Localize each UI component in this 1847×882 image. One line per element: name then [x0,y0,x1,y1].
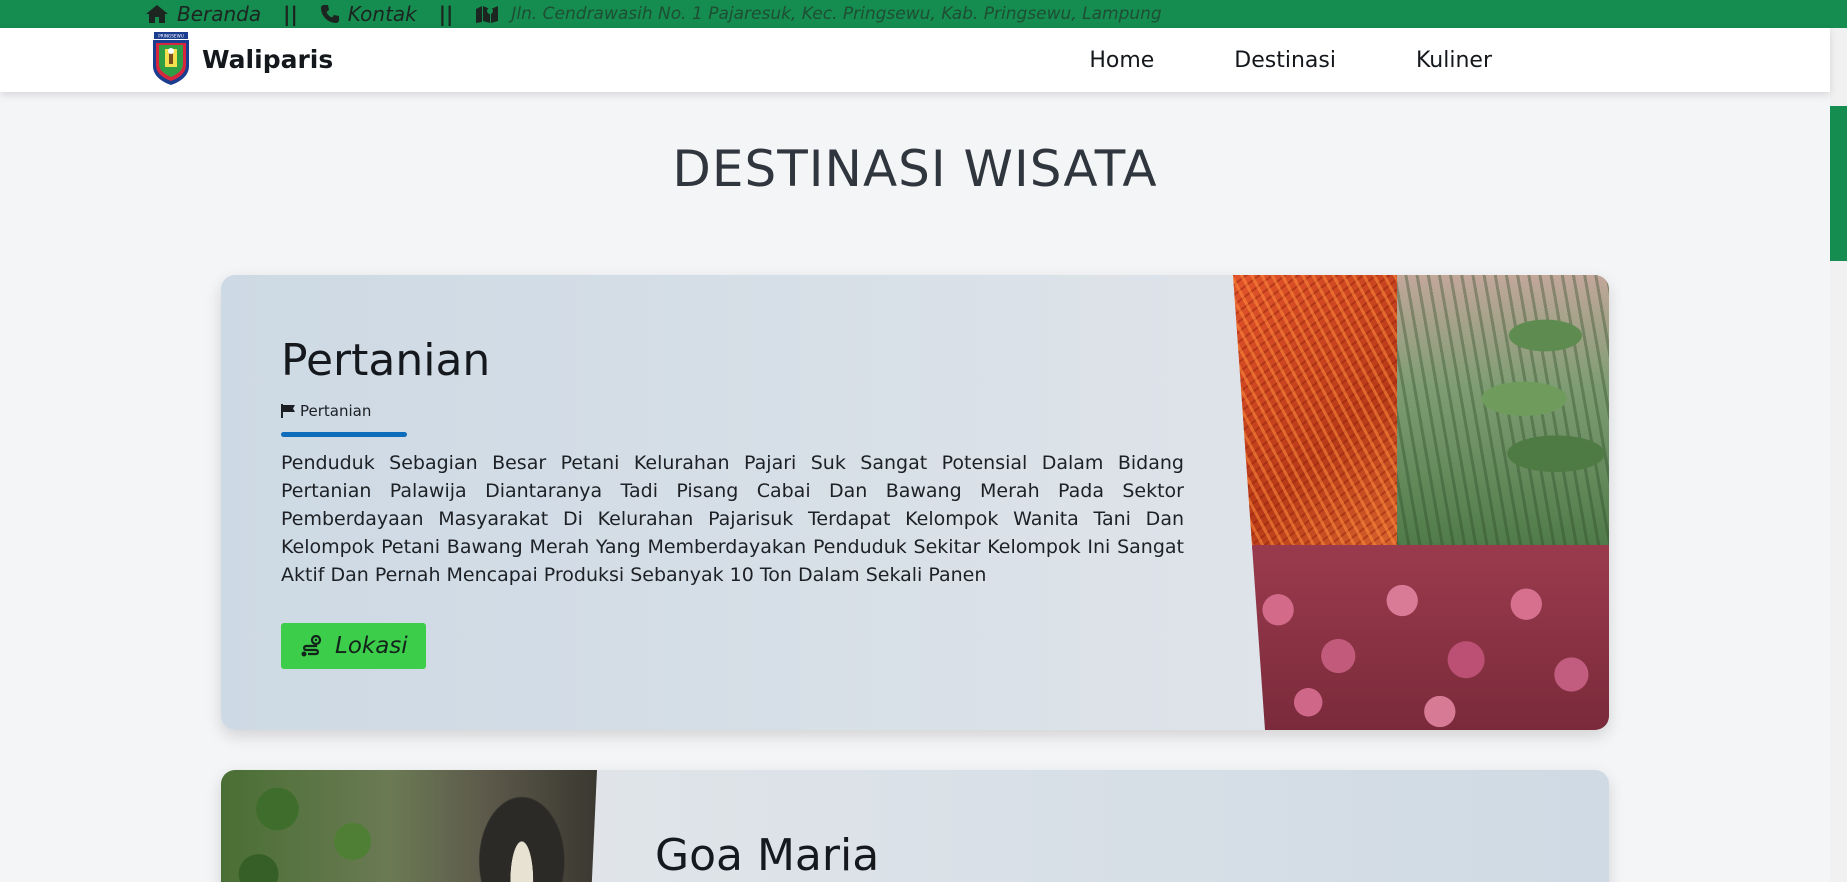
separator: || [438,2,454,26]
goa-maria-image [221,770,597,882]
pertanian-image [1233,275,1609,730]
brand-link[interactable]: PRINGSEWU Waliparis [150,32,333,86]
main-nav: Home Destinasi Kuliner [1089,28,1492,92]
destination-card-pertanian: Pertanian Pertanian Penduduk Sebagian Be… [221,275,1609,730]
home-link-label: Beranda [177,2,262,26]
pringsewu-logo: PRINGSEWU [153,32,189,85]
contact-link-label: Kontak [347,2,417,26]
top-info-bar: Beranda || Kontak || Jln. Cendrawasih No… [0,0,1847,28]
chili-photo [1233,275,1403,550]
card-title: Pertanian [281,335,491,386]
brand-name: Waliparis [202,44,334,74]
phone-icon [320,5,339,23]
home-icon [146,5,168,23]
category-label: Pertanian [300,402,372,420]
navbar: PRINGSEWU Waliparis Home Destinasi Kulin… [0,28,1830,92]
banana-photo [1397,275,1609,550]
nav-home[interactable]: Home [1089,48,1154,73]
route-icon [301,635,322,657]
card-content: Pertanian Pertanian Penduduk Sebagian Be… [281,335,1184,669]
scrollbar-thumb[interactable] [1830,106,1847,261]
address: Jln. Cendrawasih No. 1 Pajaresuk, Kec. P… [475,4,1162,24]
lokasi-button-label: Lokasi [335,633,408,659]
home-link[interactable]: Beranda [145,2,261,26]
category-tag: Pertanian [281,402,1184,420]
destination-card-goa-maria: Goa Maria [221,770,1609,882]
page-title: DESTINASI WISATA [672,140,1158,198]
logo-text: PRINGSEWU [158,34,184,39]
nav-destinasi[interactable]: Destinasi [1234,48,1336,73]
card-description: Penduduk Sebagian Besar Petani Kelurahan… [281,452,1184,586]
lokasi-button[interactable]: Lokasi [281,623,426,669]
card-title: Goa Maria [655,830,880,881]
title-underline [281,432,407,437]
card-content: Goa Maria [655,830,1558,881]
separator: || [283,2,298,26]
map-icon [476,6,499,23]
shallot-photo [1233,545,1609,730]
flag-icon [281,404,295,418]
nav-kuliner[interactable]: Kuliner [1416,48,1492,73]
address-text: Jln. Cendrawasih No. 1 Pajaresuk, Kec. P… [511,4,1162,24]
contact-link[interactable]: Kontak [320,2,417,26]
